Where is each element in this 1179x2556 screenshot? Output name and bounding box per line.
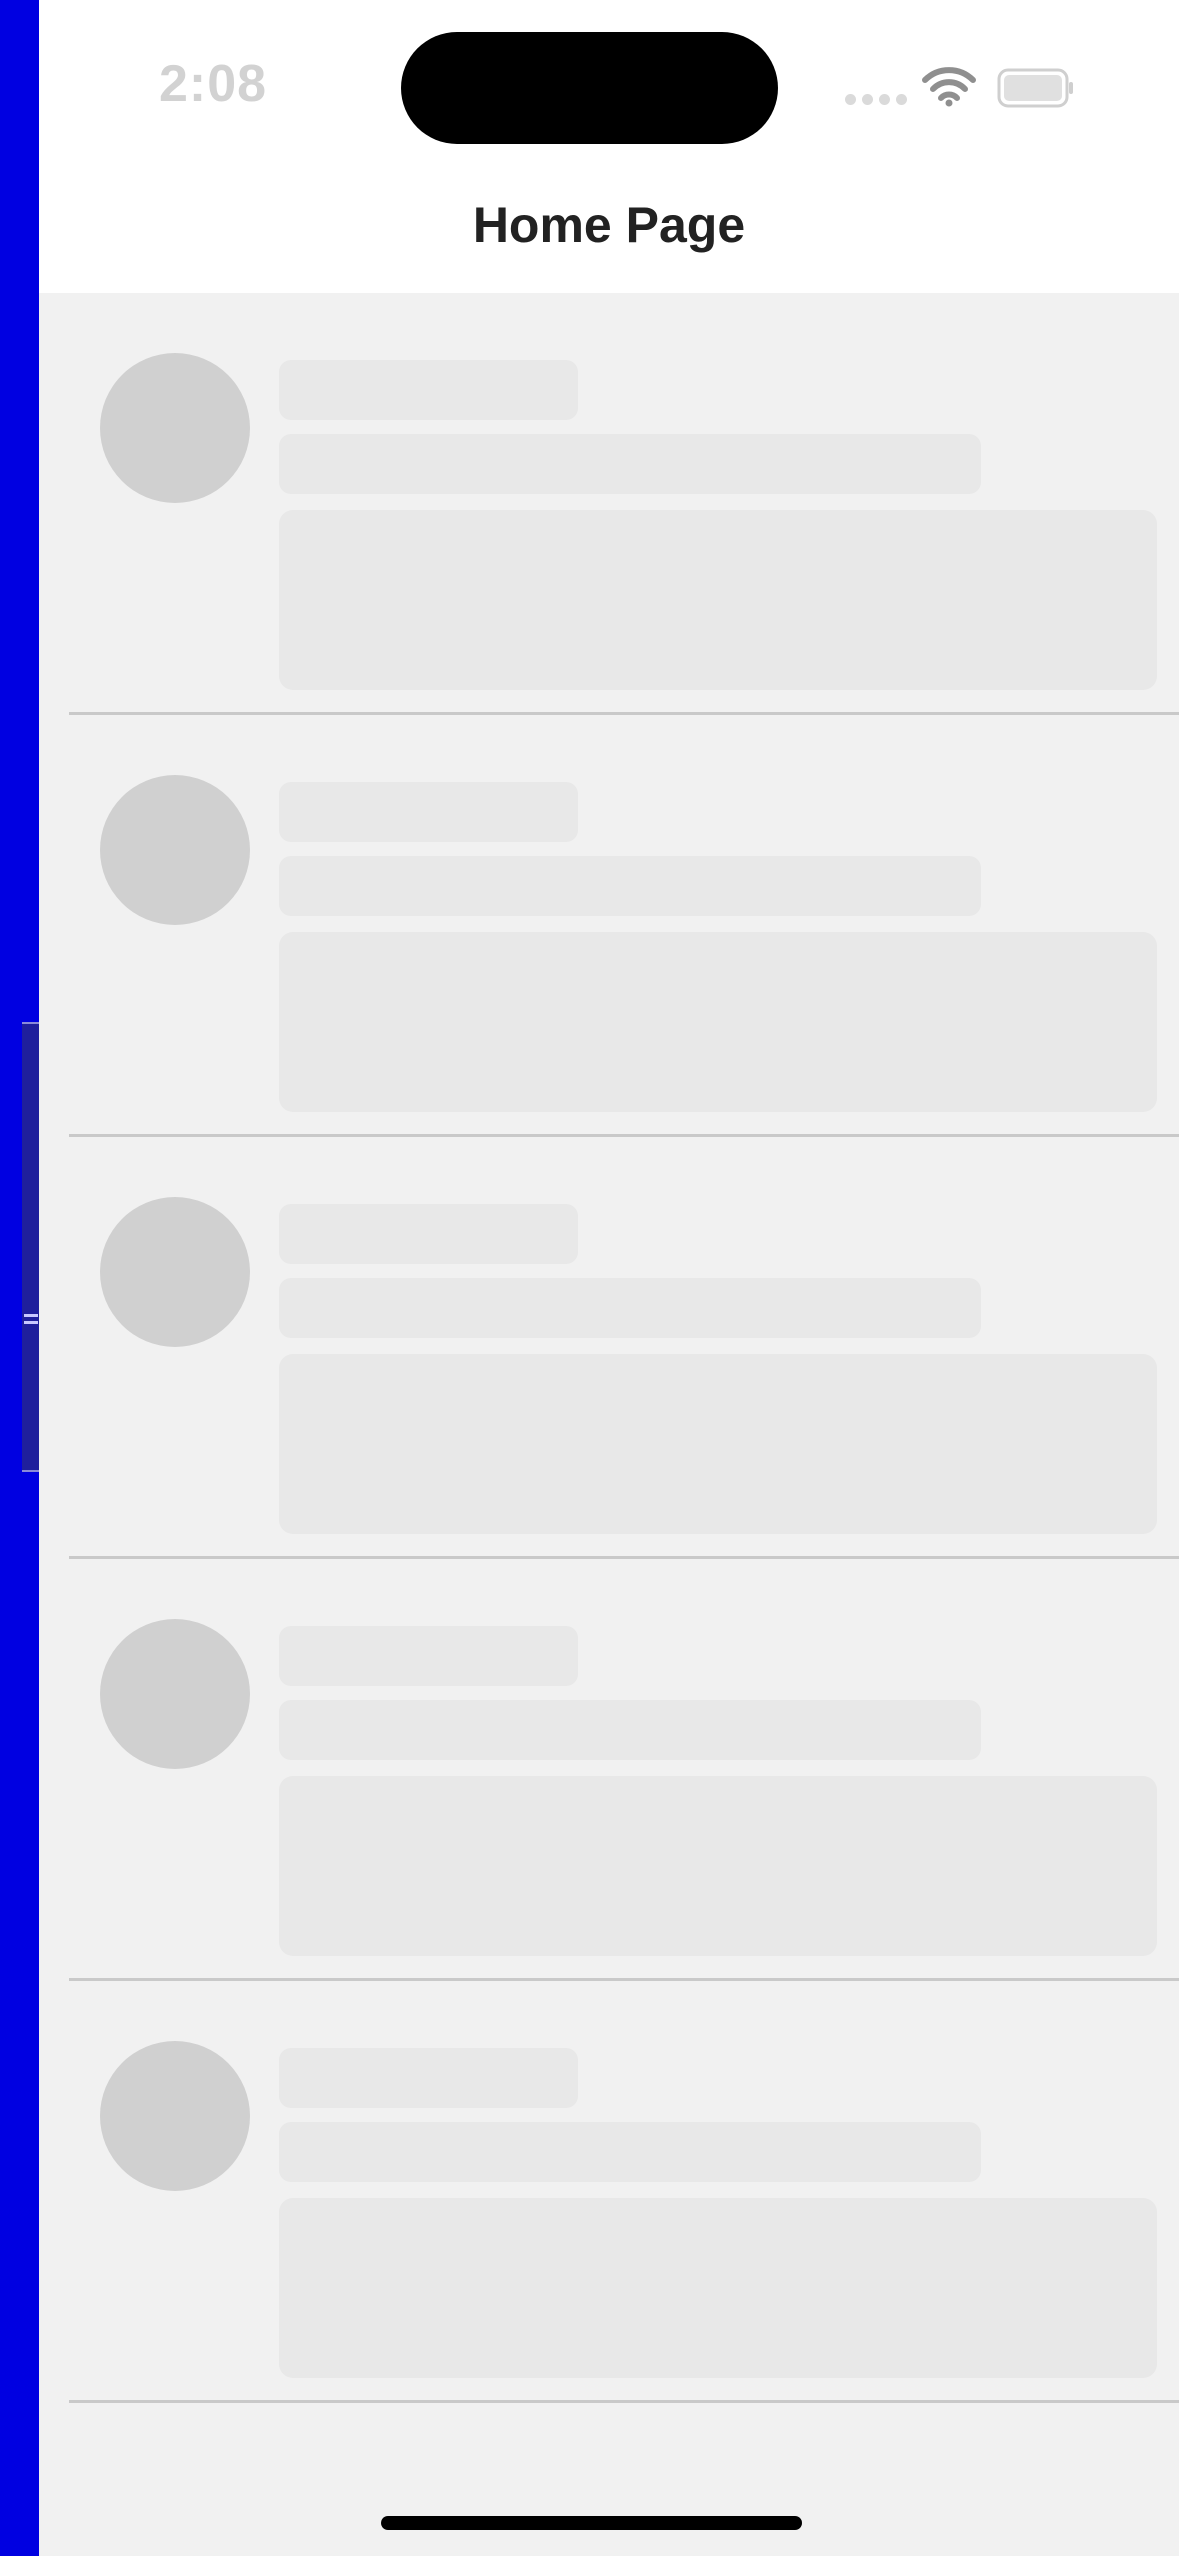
title-line-skeleton: [279, 360, 578, 420]
content-block-skeleton: [279, 2198, 1157, 2378]
avatar: [100, 353, 250, 503]
post-skeleton: [69, 1559, 1179, 1981]
post-skeleton: [69, 293, 1179, 715]
drawer-handle[interactable]: [22, 1022, 39, 1472]
content-block-skeleton: [279, 1776, 1157, 1956]
title-line-skeleton: [279, 1626, 578, 1686]
status-time: 2:08: [159, 55, 268, 113]
home-indicator[interactable]: [381, 2516, 802, 2530]
subtitle-line-skeleton: [279, 1700, 981, 1760]
post-skeleton: [69, 1137, 1179, 1559]
phone-screen: 2:08 Home Page: [39, 0, 1179, 2556]
post-skeleton: [69, 1981, 1179, 2403]
post-skeleton: [69, 715, 1179, 1137]
title-line-skeleton: [279, 782, 578, 842]
subtitle-line-skeleton: [279, 434, 981, 494]
avatar: [100, 2041, 250, 2191]
page-title: Home Page: [472, 197, 746, 253]
wifi-icon: [922, 67, 976, 107]
content-block-skeleton: [279, 1354, 1157, 1534]
title-line-skeleton: [279, 1204, 578, 1264]
avatar: [100, 775, 250, 925]
subtitle-line-skeleton: [279, 856, 981, 916]
avatar: [100, 1619, 250, 1769]
drawer-grip-icon: [24, 1314, 38, 1332]
subtitle-line-skeleton: [279, 2122, 981, 2182]
content-block-skeleton: [279, 510, 1157, 690]
signal-icon: [845, 94, 907, 105]
feed-list: [69, 293, 1179, 2403]
avatar: [100, 1197, 250, 1347]
battery-icon: [997, 68, 1073, 108]
header: 2:08 Home Page: [39, 0, 1179, 293]
dynamic-island: [401, 32, 778, 144]
subtitle-line-skeleton: [279, 1278, 981, 1338]
title-line-skeleton: [279, 2048, 578, 2108]
content-block-skeleton: [279, 932, 1157, 1112]
